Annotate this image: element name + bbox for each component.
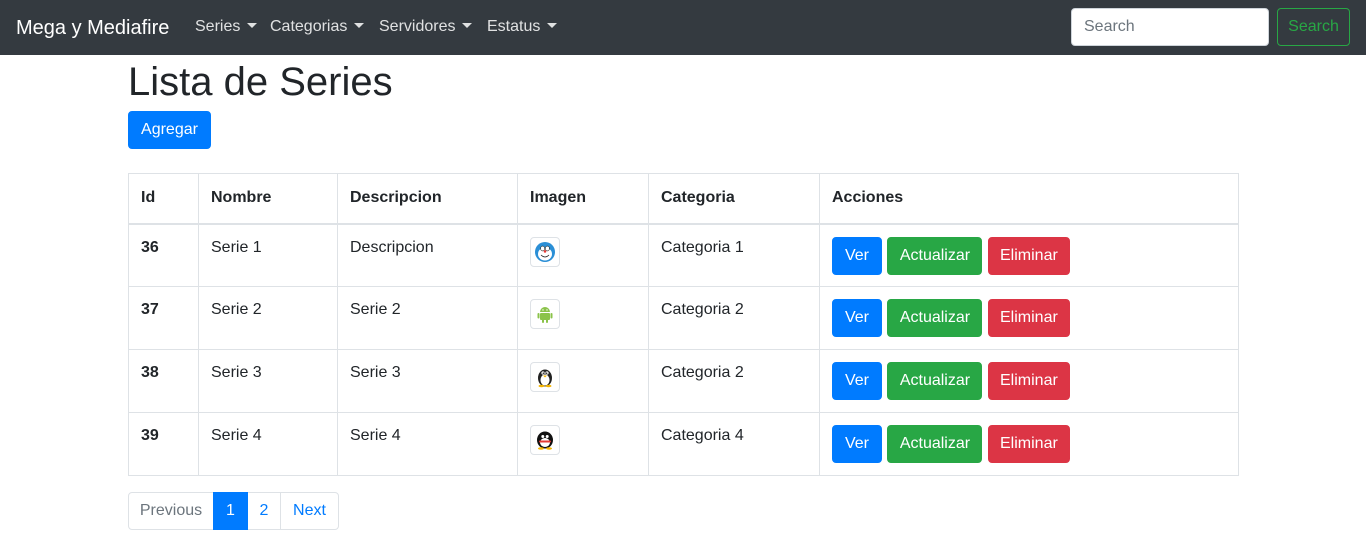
row-acciones: Ver Actualizar Eliminar bbox=[819, 286, 1239, 350]
search-button[interactable]: Search bbox=[1277, 8, 1350, 46]
eliminar-button[interactable]: Eliminar bbox=[987, 362, 1070, 400]
column-header-imagen: Imagen bbox=[517, 173, 649, 225]
row-nombre: Serie 4 bbox=[198, 412, 338, 476]
table-row: 37 Serie 2 Serie 2 Categoria 2 Ver Actua… bbox=[128, 286, 1239, 350]
serie-thumbnail bbox=[530, 425, 560, 455]
row-acciones: Ver Actualizar Eliminar bbox=[819, 349, 1239, 413]
table-row: 39 Serie 4 Serie 4 Categoria 4 Ver Actua… bbox=[128, 412, 1239, 476]
row-acciones: Ver Actualizar Eliminar bbox=[819, 412, 1239, 476]
column-header-id: Id bbox=[128, 173, 199, 225]
series-table-container: Id Nombre Descripcion Imagen Categoria A… bbox=[128, 173, 1239, 476]
nav-dropdown-label: Series bbox=[195, 18, 241, 35]
nav-dropdown-estatus[interactable]: Estatus bbox=[487, 17, 558, 37]
row-id: 37 bbox=[128, 286, 199, 350]
nav-dropdown-categorias[interactable]: Categorias bbox=[270, 17, 365, 37]
caret-down-icon bbox=[462, 23, 473, 28]
nav-dropdown-label: Estatus bbox=[487, 18, 541, 35]
ver-button[interactable]: Ver bbox=[832, 299, 882, 337]
row-nombre: Serie 1 bbox=[198, 223, 338, 287]
actualizar-button[interactable]: Actualizar bbox=[887, 362, 983, 400]
column-header-acciones: Acciones bbox=[819, 173, 1239, 225]
row-descripcion: Serie 3 bbox=[337, 349, 518, 413]
row-imagen bbox=[517, 286, 649, 350]
ver-button[interactable]: Ver bbox=[832, 236, 882, 275]
column-header-descripcion: Descripcion bbox=[337, 173, 518, 225]
serie-thumbnail bbox=[530, 362, 560, 392]
actualizar-button[interactable]: Actualizar bbox=[887, 299, 983, 337]
column-header-categoria: Categoria bbox=[648, 173, 820, 225]
serie-thumbnail bbox=[530, 299, 560, 329]
row-categoria: Categoria 1 bbox=[648, 223, 820, 287]
next-page-link[interactable]: Next bbox=[280, 492, 339, 530]
row-id: 39 bbox=[128, 412, 199, 476]
table-header-row: Id Nombre Descripcion Imagen Categoria A… bbox=[128, 173, 1239, 225]
actualizar-button[interactable]: Actualizar bbox=[887, 425, 983, 463]
ver-button[interactable]: Ver bbox=[832, 362, 882, 400]
caret-down-icon bbox=[247, 23, 258, 28]
qq-penguin-icon bbox=[537, 431, 553, 450]
page-link-1[interactable]: 1 bbox=[213, 492, 248, 530]
row-descripcion: Descripcion bbox=[337, 223, 518, 287]
table-row: 36 Serie 1 Descripcion Categoria 1 Ver A… bbox=[128, 223, 1239, 287]
eliminar-button[interactable]: Eliminar bbox=[987, 299, 1070, 337]
nav-dropdown-servidores[interactable]: Servidores bbox=[379, 17, 473, 37]
row-imagen bbox=[517, 412, 649, 476]
series-table: Id Nombre Descripcion Imagen Categoria A… bbox=[128, 173, 1239, 476]
brand-link[interactable]: Mega y Mediafire bbox=[16, 14, 169, 42]
page-title: Lista de Series bbox=[128, 60, 393, 104]
doraemon-icon bbox=[535, 241, 555, 262]
row-id: 36 bbox=[128, 223, 199, 287]
caret-down-icon bbox=[547, 23, 558, 28]
android-icon bbox=[537, 307, 553, 323]
row-categoria: Categoria 2 bbox=[648, 349, 820, 413]
previous-page-link[interactable]: Previous bbox=[128, 492, 214, 530]
row-acciones: Ver Actualizar Eliminar bbox=[819, 223, 1239, 287]
top-navbar: Mega y Mediafire Series Categorias Servi… bbox=[0, 0, 1366, 55]
actualizar-button[interactable]: Actualizar bbox=[887, 236, 983, 275]
row-nombre: Serie 3 bbox=[198, 349, 338, 413]
add-serie-button[interactable]: Agregar bbox=[128, 111, 211, 149]
row-imagen bbox=[517, 223, 649, 287]
row-nombre: Serie 2 bbox=[198, 286, 338, 350]
ver-button[interactable]: Ver bbox=[832, 425, 882, 463]
eliminar-button[interactable]: Eliminar bbox=[987, 236, 1070, 275]
pagination: Previous 1 2 Next bbox=[128, 492, 339, 530]
row-descripcion: Serie 2 bbox=[337, 286, 518, 350]
table-row: 38 Serie 3 Serie 3 Categoria 2 Ver Actua… bbox=[128, 349, 1239, 413]
serie-thumbnail bbox=[530, 236, 560, 267]
row-categoria: Categoria 4 bbox=[648, 412, 820, 476]
row-id: 38 bbox=[128, 349, 199, 413]
nav-dropdown-label: Categorias bbox=[270, 18, 348, 35]
search-input[interactable] bbox=[1071, 8, 1269, 46]
row-imagen bbox=[517, 349, 649, 413]
row-descripcion: Serie 4 bbox=[337, 412, 518, 476]
page-link-2[interactable]: 2 bbox=[247, 492, 281, 530]
nav-dropdown-label: Servidores bbox=[379, 18, 456, 35]
penguin-icon bbox=[538, 369, 552, 388]
row-categoria: Categoria 2 bbox=[648, 286, 820, 350]
caret-down-icon bbox=[354, 23, 365, 28]
eliminar-button[interactable]: Eliminar bbox=[987, 425, 1070, 463]
column-header-nombre: Nombre bbox=[198, 173, 338, 225]
nav-dropdown-series[interactable]: Series bbox=[195, 17, 258, 37]
